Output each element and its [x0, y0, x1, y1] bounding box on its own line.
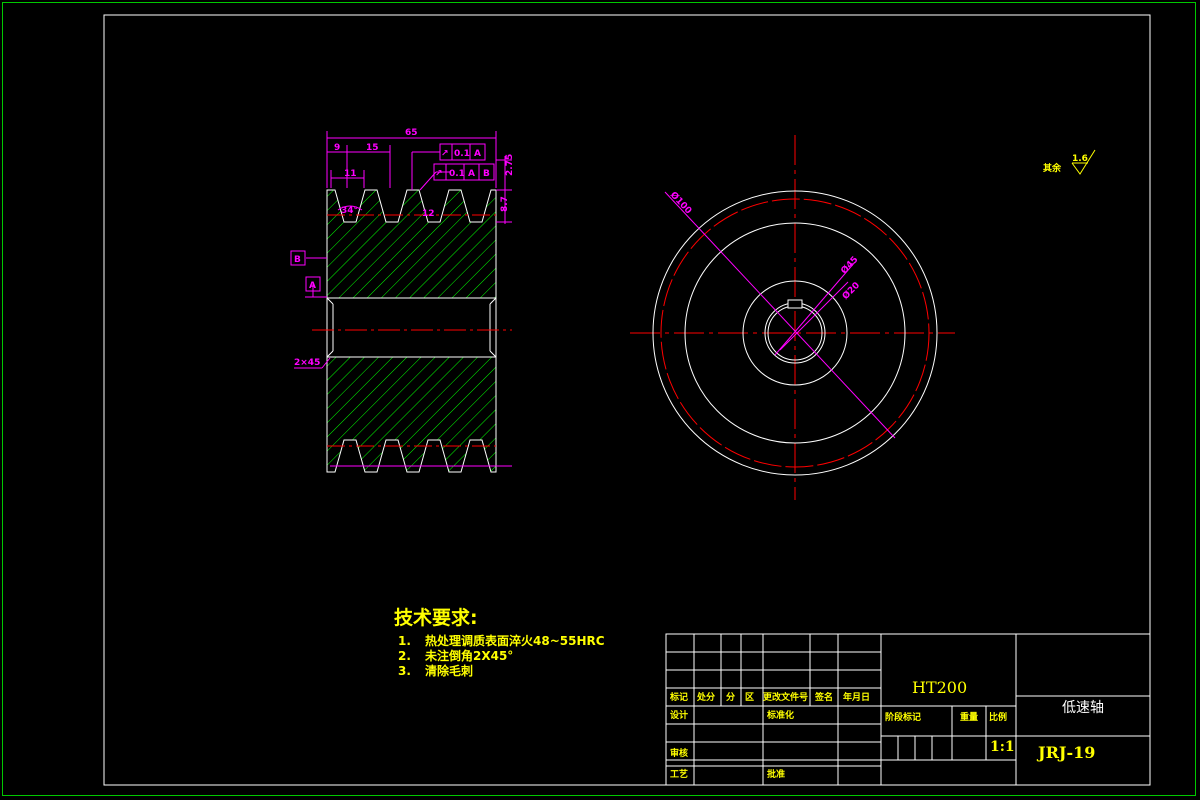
dim-11: 11 — [344, 169, 357, 179]
datum-b: B — [294, 255, 301, 265]
tb-header-sign: 签名 — [814, 691, 833, 703]
tech-req-2-text: 未注倒角2X45° — [424, 648, 513, 663]
lower-section-hatch — [326, 356, 497, 473]
dim-chamfer: 2×45 — [294, 358, 320, 368]
roughness-symbol: 其余 1.6 — [1043, 149, 1096, 175]
tb-scale: 1:1 — [990, 739, 1015, 755]
dim-9: 9 — [334, 143, 340, 153]
dim-hub-diameter: Ø45 — [839, 254, 861, 276]
roughness-label: 其余 — [1043, 162, 1062, 174]
tb-header-date: 年月日 — [843, 691, 870, 703]
tol1-symbol-icon: ↗ — [441, 149, 449, 159]
tb-stage-label: 阶段标记 — [885, 711, 921, 723]
drawing-inner-border — [103, 14, 1151, 786]
tech-req-1-text: 热处理调质表面淬火48~55HRC — [425, 633, 605, 648]
tb-material: HT200 — [912, 678, 967, 697]
dim-15: 15 — [366, 143, 379, 153]
tech-req-1-num: 1. — [398, 634, 411, 648]
keyway — [787, 299, 803, 309]
cad-drawing-canvas[interactable]: 65 9 15 11 34° 12 2.75 8.7 2×45 B A ↗ 0.… — [0, 0, 1200, 800]
tb-header-zone: 区 — [745, 692, 754, 703]
tech-req-3-text: 清除毛刺 — [425, 663, 473, 678]
tech-requirements: 技术要求: 1. 热处理调质表面淬火48~55HRC 2. 未注倒角2X45° … — [394, 606, 605, 678]
tol2-symbol-icon: ↗ — [435, 169, 443, 179]
dim-2-75: 2.75 — [505, 154, 515, 176]
tb-process: 工艺 — [670, 768, 688, 780]
tb-design: 设计 — [670, 709, 688, 721]
bore-outline — [326, 297, 497, 358]
dim-8-7: 8.7 — [500, 196, 510, 212]
tol1-value: 0.1 — [454, 149, 470, 159]
dim-bore-diameter: Ø20 — [840, 280, 862, 302]
tb-approve: 批准 — [767, 768, 785, 780]
front-view: Ø100 Ø45 Ø20 — [630, 135, 955, 500]
datum-a: A — [309, 281, 316, 291]
tb-header-count: 处分 — [696, 691, 715, 703]
dim-overall-width: 65 — [405, 128, 418, 138]
tol2-datum-a: A — [468, 169, 475, 179]
section-view: 65 9 15 11 34° 12 2.75 8.7 2×45 B A ↗ 0.… — [290, 128, 515, 473]
tb-header-div: 分 — [726, 691, 735, 703]
dim-groove-angle: 34° — [341, 206, 358, 216]
tb-review: 审核 — [670, 747, 688, 759]
tol2-datum-b: B — [483, 169, 490, 179]
tb-scale-label: 比例 — [989, 711, 1007, 723]
tb-header-change-doc: 更改文件号 — [763, 691, 808, 703]
tb-part-name: 低速轴 — [1062, 700, 1104, 716]
tech-req-2-num: 2. — [398, 649, 411, 663]
tb-weight-label: 重量 — [960, 711, 978, 723]
tb-standardization: 标准化 — [766, 709, 794, 721]
tol2-value: 0.1 — [449, 169, 465, 179]
dim-outer-diameter: Ø100 — [668, 190, 694, 217]
tb-header-mark: 标记 — [669, 691, 688, 703]
tech-req-3-num: 3. — [398, 664, 411, 678]
tol1-datum: A — [474, 149, 481, 159]
tb-drawing-number: JRJ-19 — [1036, 743, 1095, 762]
dim-12: 12 — [422, 209, 435, 219]
tech-requirements-title: 技术要求: — [394, 606, 478, 629]
